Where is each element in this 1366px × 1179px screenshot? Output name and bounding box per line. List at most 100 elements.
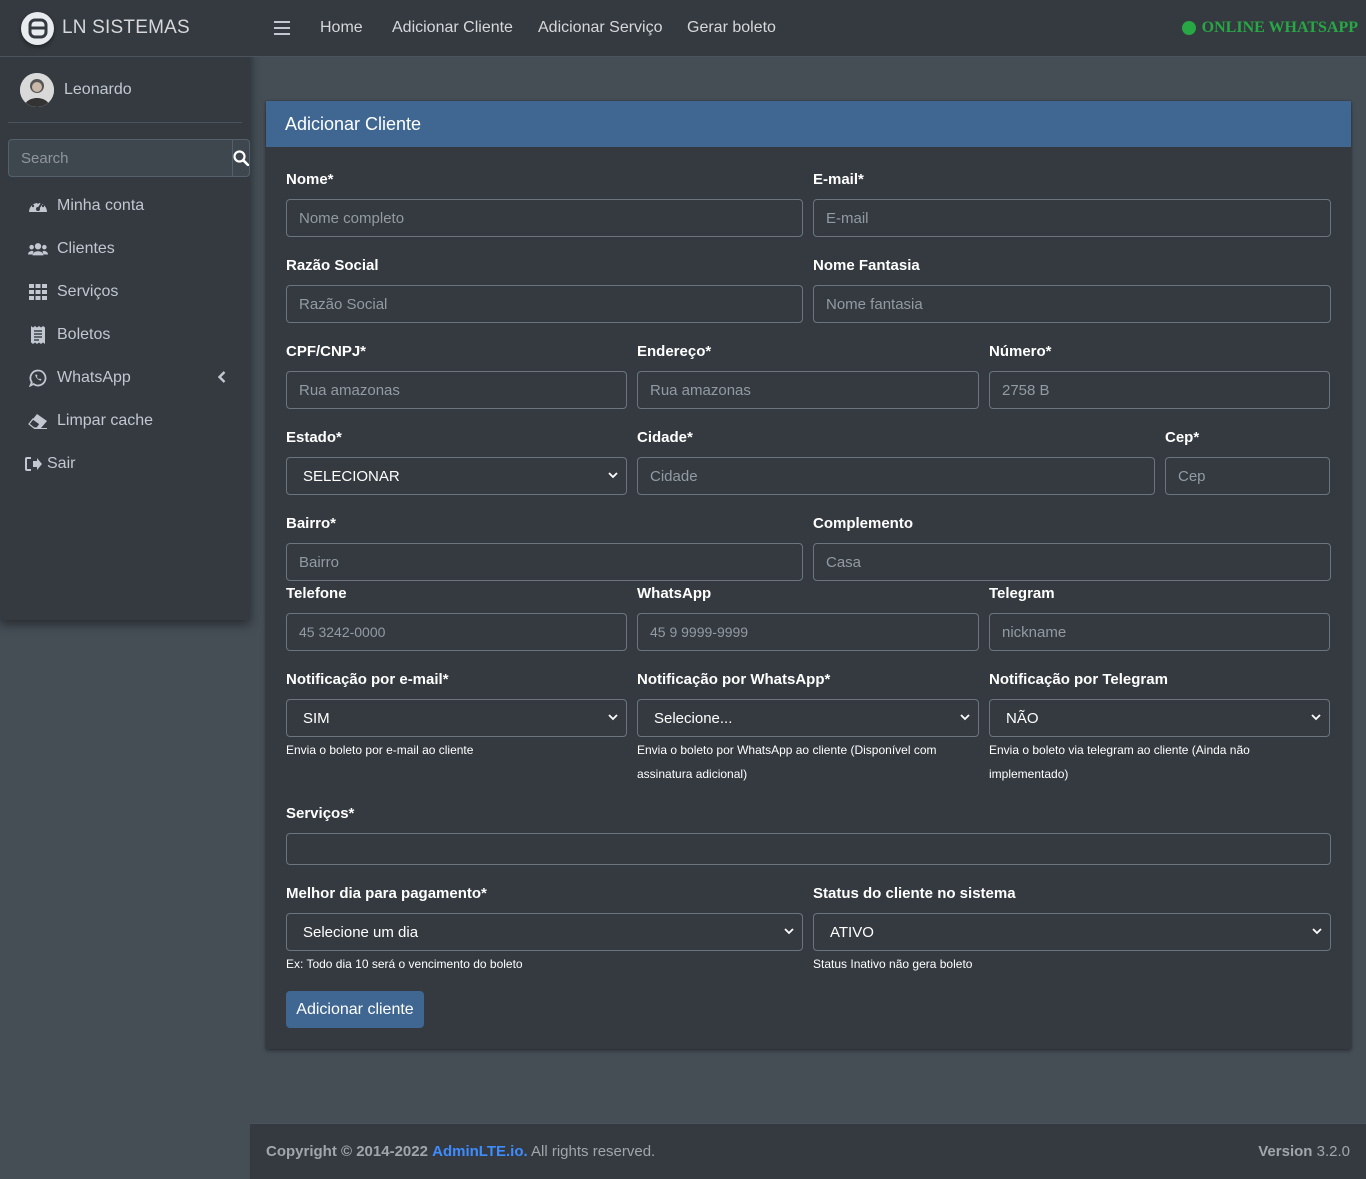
email-label: E-mail* <box>813 171 864 188</box>
whatsapp-status: ONLINE WHATSAPP <box>1181 19 1358 37</box>
brand-logo-icon <box>21 11 54 45</box>
sidebar-item-clientes[interactable]: Clientes <box>0 227 250 270</box>
eraser-icon <box>28 411 48 431</box>
notif-email-select[interactable]: SIM <box>286 699 627 737</box>
chevron-down-icon <box>960 714 970 721</box>
sidebar-search-input[interactable] <box>8 139 232 177</box>
user-name: Leonardo <box>64 80 132 98</box>
receipt-icon <box>28 325 48 345</box>
menu-toggle-icon[interactable] <box>274 21 290 35</box>
telefone-field[interactable] <box>286 613 627 651</box>
adminlte-link[interactable]: AdminLTE.io. <box>432 1143 528 1160</box>
whatsapp-field[interactable] <box>637 613 979 651</box>
numero-field[interactable] <box>989 371 1330 409</box>
razao-social-field[interactable] <box>286 285 803 323</box>
estado-select[interactable]: SELECIONAR <box>286 457 627 495</box>
chevron-down-icon <box>784 928 794 935</box>
sidebar-item-boletos[interactable]: Boletos <box>0 313 250 356</box>
cep-label: Cep* <box>1165 429 1200 446</box>
notif-telegram-label: Notificação por Telegram <box>989 671 1168 688</box>
top-navbar: Home Adicionar Cliente Adicionar Serviço… <box>250 0 1366 57</box>
nome-fantasia-field[interactable] <box>813 285 1331 323</box>
telegram-label: Telegram <box>989 585 1055 602</box>
sidebar-item-label: Clientes <box>57 239 115 257</box>
sidebar-item-label: Serviços <box>57 282 119 300</box>
numero-label: Número* <box>989 343 1052 360</box>
sidebar-item-whatsapp[interactable]: WhatsApp <box>0 356 250 399</box>
status-cliente-select[interactable]: ATIVO <box>813 913 1331 951</box>
footer-version: Version 3.2.0 <box>1258 1143 1350 1160</box>
sidebar-item-label: Minha conta <box>57 196 145 214</box>
complemento-label: Complemento <box>813 515 914 532</box>
nome-label: Nome* <box>286 171 334 188</box>
sidebar-nav: Minha conta Clientes Serviços Boletos Wh… <box>0 184 250 485</box>
nav-link-adicionar-servico[interactable]: Adicionar Serviço <box>538 19 663 37</box>
nav-link-adicionar-cliente[interactable]: Adicionar Cliente <box>392 19 513 37</box>
endereco-field[interactable] <box>637 371 979 409</box>
notif-whatsapp-help-line2: assinatura adicional) <box>637 767 748 781</box>
sidebar-search <box>8 139 250 177</box>
avatar <box>20 72 54 107</box>
chevron-down-icon <box>608 714 618 721</box>
chevron-down-icon <box>1312 928 1322 935</box>
copyright-text: Copyright © 2014-2022 <box>266 1143 428 1160</box>
bairro-label: Bairro* <box>286 515 337 532</box>
sidebar-item-label: Limpar cache <box>57 411 154 429</box>
servicos-label: Serviços* <box>286 805 355 822</box>
whatsapp-status-text: ONLINE WHATSAPP <box>1201 19 1358 36</box>
search-button[interactable] <box>232 139 250 177</box>
footer-copyright: Copyright © 2014-2022 AdminLTE.io. All r… <box>266 1143 655 1160</box>
nome-fantasia-label: Nome Fantasia <box>813 257 920 274</box>
melhor-dia-label: Melhor dia para pagamento* <box>286 885 487 902</box>
cpf-cnpj-field[interactable] <box>286 371 627 409</box>
status-cliente-selected-value: ATIVO <box>830 923 874 941</box>
cep-field[interactable] <box>1165 457 1330 495</box>
sidebar-item-servicos[interactable]: Serviços <box>0 270 250 313</box>
chevron-left-icon <box>217 370 226 388</box>
notif-email-help: Envia o boleto por e-mail ao cliente <box>286 743 474 757</box>
footer: Copyright © 2014-2022 AdminLTE.io. All r… <box>250 1123 1366 1179</box>
card-title: Adicionar Cliente <box>266 101 1351 147</box>
bairro-field[interactable] <box>286 543 803 581</box>
version-label: Version <box>1258 1143 1313 1160</box>
nav-link-home[interactable]: Home <box>320 19 363 37</box>
servicos-multiselect[interactable] <box>286 833 1331 865</box>
nome-field[interactable] <box>286 199 803 237</box>
sidebar-item-limpar-cache[interactable]: Limpar cache <box>0 399 250 442</box>
search-icon <box>233 150 249 166</box>
whatsapp-icon <box>28 368 48 388</box>
melhor-dia-help: Ex: Todo dia 10 será o vencimento do bol… <box>286 957 523 971</box>
sidebar-item-minha-conta[interactable]: Minha conta <box>0 184 250 227</box>
cidade-label: Cidade* <box>637 429 693 446</box>
sidebar-item-sair[interactable]: Sair <box>0 442 250 485</box>
notif-telegram-selected-value: NÃO <box>1006 709 1039 727</box>
online-indicator-icon <box>1181 21 1196 35</box>
notif-telegram-select[interactable]: NÃO <box>989 699 1330 737</box>
sidebar-item-label: Boletos <box>57 325 111 343</box>
notif-whatsapp-help-line1: Envia o boleto por WhatsApp ao cliente (… <box>637 743 937 757</box>
status-cliente-help: Status Inativo não gera boleto <box>813 957 973 971</box>
brand-link[interactable]: LN SISTEMAS <box>0 0 250 57</box>
tachometer-icon <box>28 196 48 216</box>
notif-email-selected-value: SIM <box>303 709 330 727</box>
notif-whatsapp-label: Notificação por WhatsApp* <box>637 671 831 688</box>
add-client-button[interactable]: Adicionar cliente <box>286 991 424 1028</box>
telegram-field[interactable] <box>989 613 1330 651</box>
complemento-field[interactable] <box>813 543 1331 581</box>
notif-telegram-help-line2: implementado) <box>989 767 1069 781</box>
brand-name: LN SISTEMAS <box>62 17 190 38</box>
chevron-down-icon <box>1311 714 1321 721</box>
cidade-field[interactable] <box>637 457 1155 495</box>
user-panel[interactable]: Leonardo <box>8 57 242 123</box>
melhor-dia-select[interactable]: Selecione um dia <box>286 913 803 951</box>
email-field[interactable] <box>813 199 1331 237</box>
endereco-label: Endereço* <box>637 343 712 360</box>
grid-icon <box>28 282 48 302</box>
users-icon <box>28 239 48 259</box>
sign-out-icon <box>24 454 44 474</box>
add-client-card: Adicionar Cliente Nome* E-mail* Razão So… <box>266 101 1351 1049</box>
notif-email-label: Notificação por e-mail* <box>286 671 449 688</box>
notif-whatsapp-select[interactable]: Selecione... <box>637 699 979 737</box>
sidebar: LN SISTEMAS Leonardo Minha conta Cliente… <box>0 0 250 620</box>
nav-link-gerar-boleto[interactable]: Gerar boleto <box>687 19 776 37</box>
